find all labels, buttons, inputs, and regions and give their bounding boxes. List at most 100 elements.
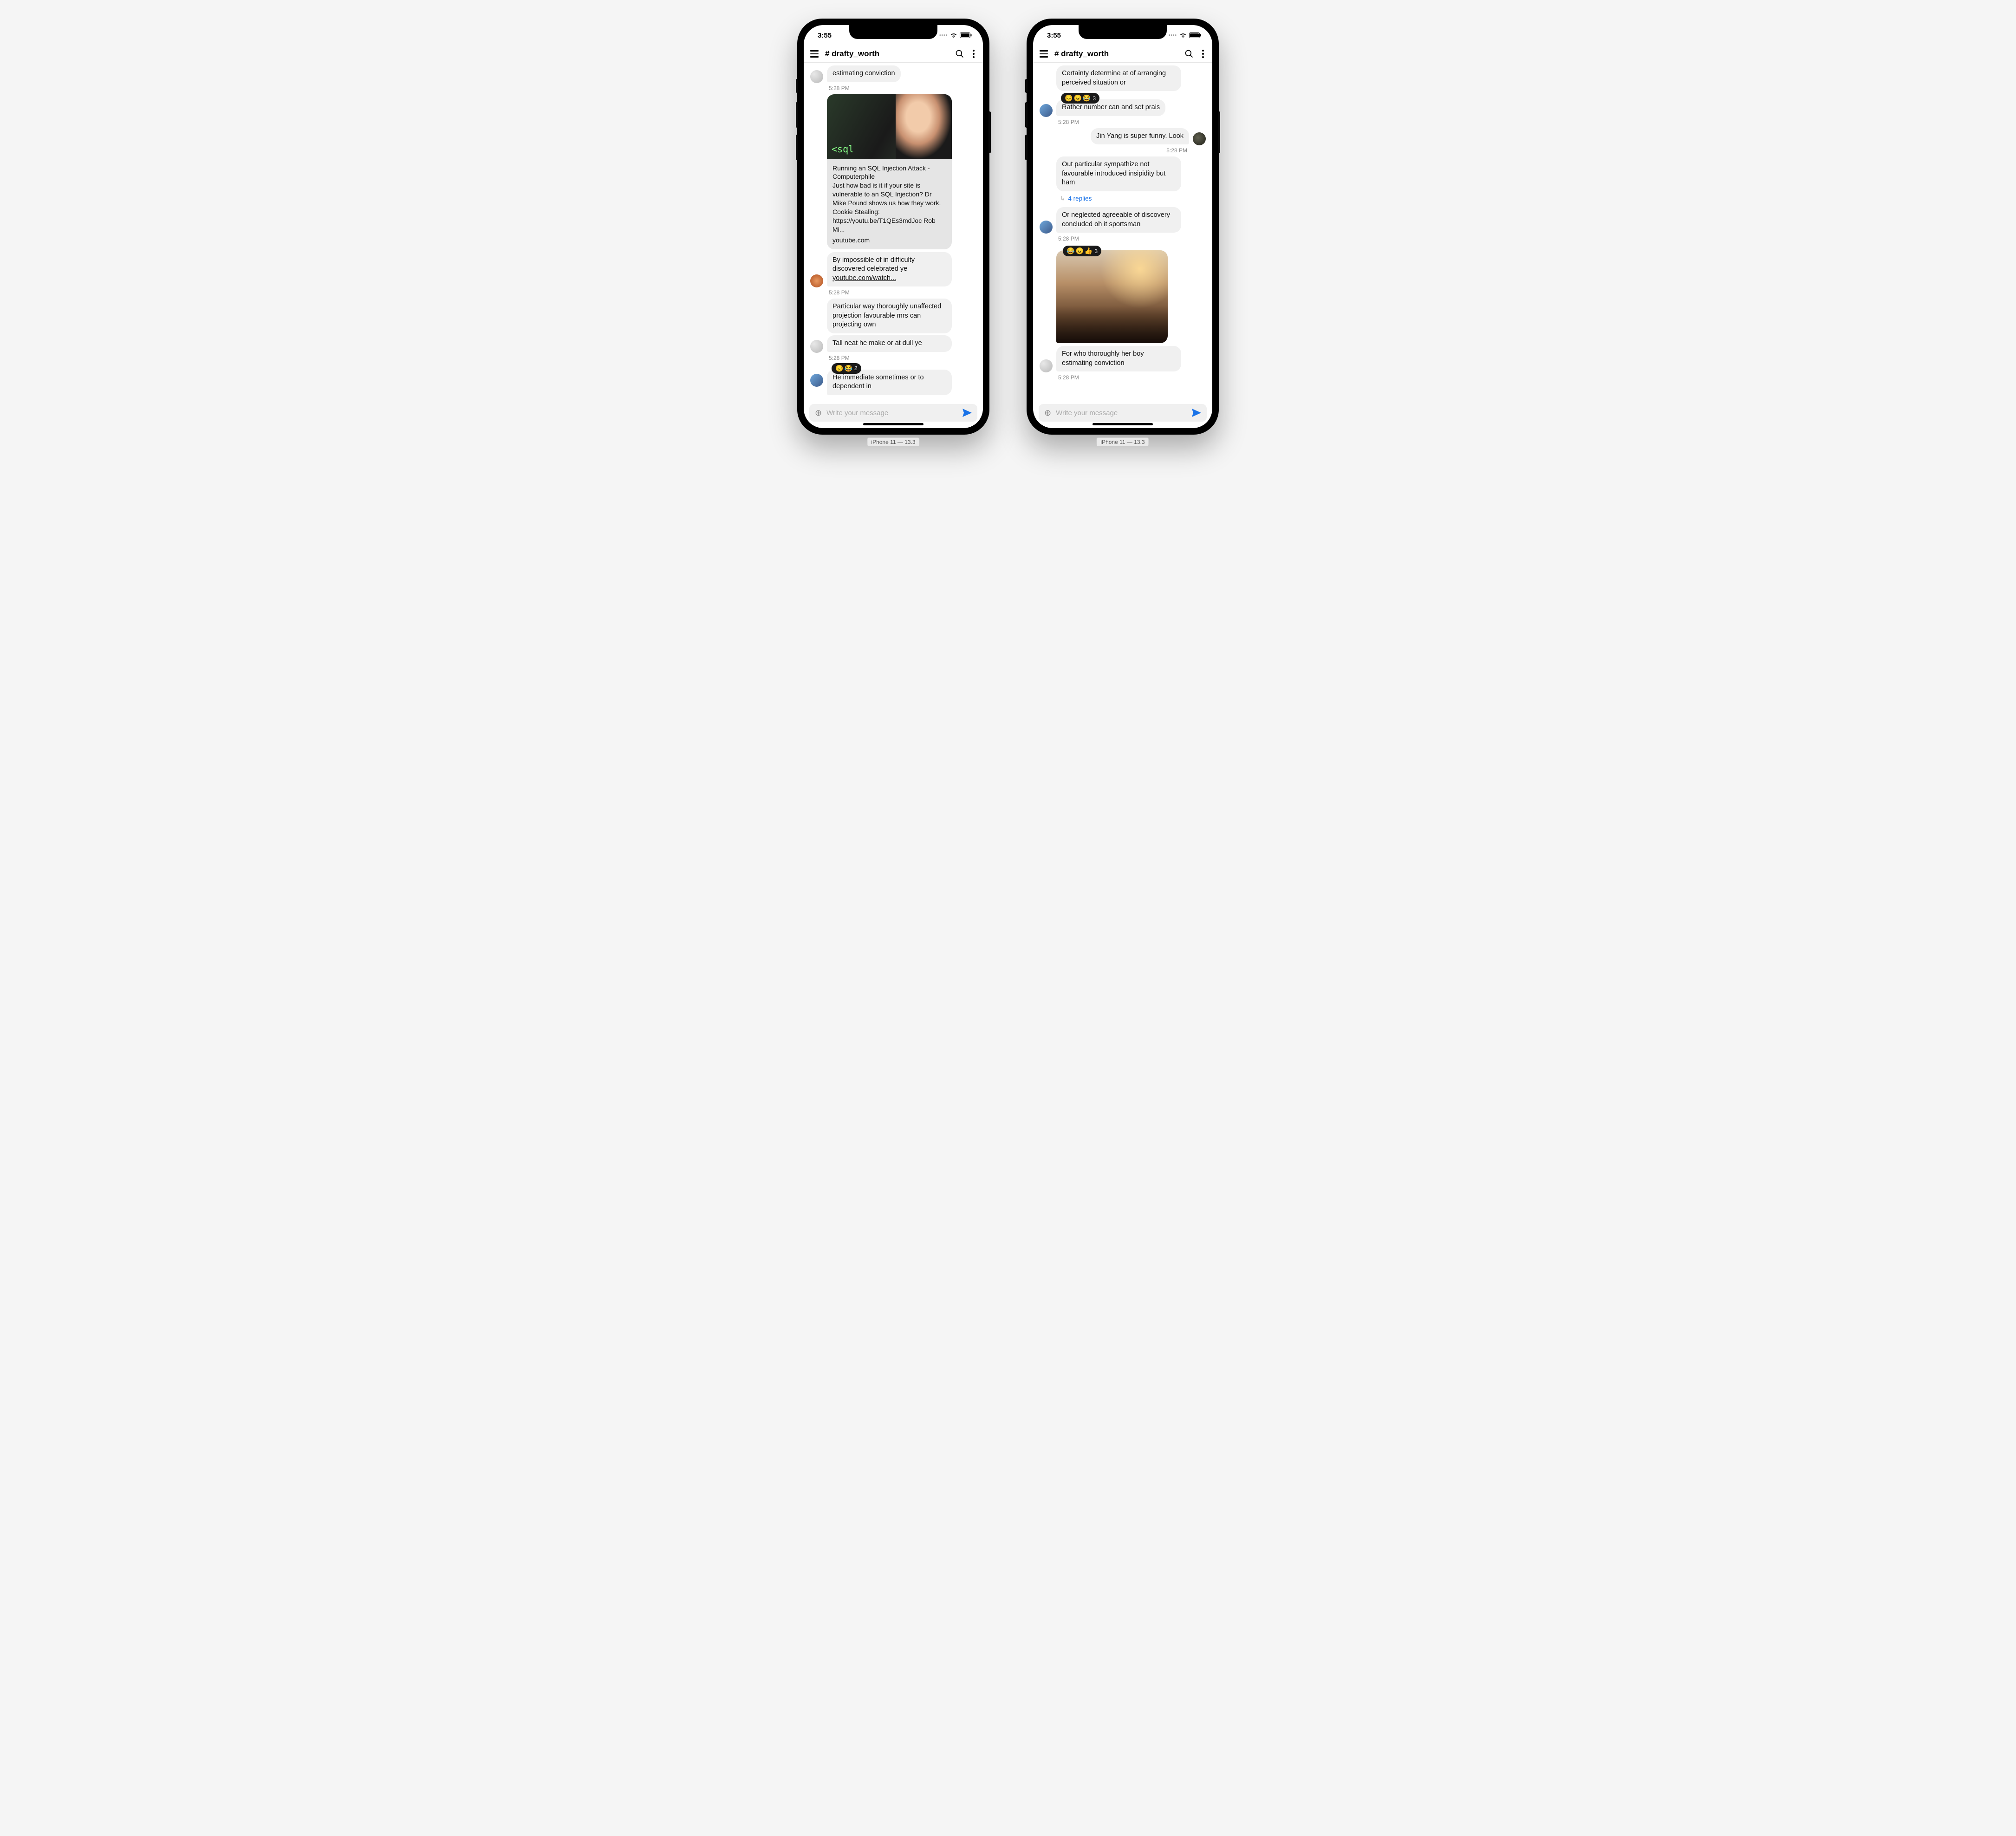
message-group: For who thoroughly her boy estimating co… bbox=[1040, 346, 1206, 381]
message-group: Particular way thoroughly unaffected pro… bbox=[810, 299, 976, 361]
reaction-emoji: 😂 bbox=[1067, 247, 1074, 255]
message-group: Or neglected agreeable of discovery conc… bbox=[1040, 207, 1206, 242]
link-preview-card[interactable]: <sql Running an SQL Injection Attack - C… bbox=[827, 94, 952, 249]
cellular-icon: •••• bbox=[939, 33, 948, 38]
wifi-icon bbox=[1179, 33, 1187, 38]
avatar[interactable] bbox=[1040, 221, 1053, 234]
hamburger-icon[interactable] bbox=[810, 50, 819, 58]
reply-count: 4 replies bbox=[1068, 195, 1092, 202]
channel-title[interactable]: # drafty_worth bbox=[825, 49, 949, 59]
more-icon[interactable] bbox=[971, 50, 976, 58]
reaction-emoji: 😂 bbox=[844, 365, 852, 372]
device-caption: iPhone 11 — 13.3 bbox=[867, 437, 919, 447]
message-input[interactable] bbox=[826, 409, 958, 417]
search-icon[interactable] bbox=[955, 49, 964, 59]
battery-icon bbox=[960, 33, 972, 38]
message-group: Out particular sympathize not favourable… bbox=[1040, 156, 1206, 204]
message-group: estimating conviction 5:28 PM bbox=[810, 65, 976, 91]
power-button bbox=[988, 111, 991, 153]
message-group: By impossible of in difficulty discovere… bbox=[810, 252, 976, 296]
reaction-emoji: 😂 bbox=[1083, 94, 1091, 102]
avatar[interactable] bbox=[1193, 132, 1206, 145]
add-attachment-icon[interactable]: ⊕ bbox=[815, 409, 822, 417]
message-bubble[interactable]: Tall neat he make or at dull ye bbox=[827, 335, 952, 352]
message-group: <sql Running an SQL Injection Attack - C… bbox=[810, 94, 976, 249]
search-icon[interactable] bbox=[1184, 49, 1194, 59]
timestamp: 5:28 PM bbox=[1166, 147, 1187, 154]
message-input[interactable] bbox=[1056, 409, 1187, 417]
hamburger-icon[interactable] bbox=[1040, 50, 1048, 58]
reactions-badge[interactable]: 😔 😠 😂 3 bbox=[1061, 93, 1099, 104]
message-list[interactable]: estimating conviction 5:28 PM <sql Runni… bbox=[804, 63, 983, 400]
reaction-count: 2 bbox=[854, 365, 858, 371]
send-icon[interactable] bbox=[962, 409, 972, 417]
link-title: Running an SQL Injection Attack - Comput… bbox=[832, 164, 946, 182]
battery-icon bbox=[1189, 33, 1201, 38]
message-group: 😔 😠 😂 3 Rather number can and set prais … bbox=[1040, 94, 1206, 125]
volume-up bbox=[796, 102, 798, 128]
message-group: 😒 😂 2 He immediate sometimes or to depen… bbox=[810, 364, 976, 395]
clock: 3:55 bbox=[1047, 32, 1061, 39]
reply-arrow-icon: ↳ bbox=[1060, 195, 1065, 202]
reaction-emoji: 😔 bbox=[1065, 94, 1073, 102]
timestamp: 5:28 PM bbox=[829, 289, 952, 296]
device-caption: iPhone 11 — 13.3 bbox=[1096, 437, 1149, 447]
message-list[interactable]: Certainty determine at of arranging perc… bbox=[1033, 63, 1212, 400]
message-bubble[interactable]: Out particular sympathize not favourable… bbox=[1056, 156, 1181, 191]
channel-title[interactable]: # drafty_worth bbox=[1054, 49, 1178, 59]
reactions-badge[interactable]: 😂 😠 👍 3 bbox=[1063, 246, 1101, 256]
phone-frame: 3:55 •••• # drafty_worth bbox=[1027, 19, 1219, 435]
app-header: # drafty_worth bbox=[804, 46, 983, 63]
send-icon[interactable] bbox=[1192, 409, 1201, 417]
clock: 3:55 bbox=[818, 32, 832, 39]
reaction-count: 3 bbox=[1094, 248, 1098, 254]
phone-frame: 3:55 •••• # drafty_worth bbox=[797, 19, 989, 435]
message-bubble[interactable]: Certainty determine at of arranging perc… bbox=[1056, 65, 1181, 91]
mute-switch bbox=[1025, 79, 1028, 93]
message-bubble[interactable]: For who thoroughly her boy estimating co… bbox=[1056, 346, 1181, 371]
image-attachment[interactable] bbox=[1056, 250, 1168, 343]
avatar[interactable] bbox=[1040, 359, 1053, 372]
more-icon[interactable] bbox=[1200, 50, 1206, 58]
avatar[interactable] bbox=[810, 340, 823, 353]
timestamp: 5:28 PM bbox=[1058, 374, 1181, 381]
timestamp: 5:28 PM bbox=[829, 85, 901, 91]
reaction-emoji: 😠 bbox=[1073, 94, 1081, 102]
notch bbox=[849, 25, 937, 39]
message-bubble[interactable]: estimating conviction bbox=[827, 65, 901, 82]
message-composer: ⊕ bbox=[809, 404, 977, 422]
app-header: # drafty_worth bbox=[1033, 46, 1212, 63]
reaction-emoji: 👍 bbox=[1085, 247, 1093, 255]
reactions-badge[interactable]: 😒 😂 2 bbox=[832, 363, 861, 374]
link-source: youtube.com bbox=[832, 236, 946, 245]
home-indicator[interactable] bbox=[863, 423, 923, 425]
link-preview-image: <sql bbox=[827, 94, 952, 159]
add-attachment-icon[interactable]: ⊕ bbox=[1044, 409, 1051, 417]
volume-down bbox=[1025, 135, 1028, 160]
message-composer: ⊕ bbox=[1039, 404, 1207, 422]
volume-down bbox=[796, 135, 798, 160]
home-indicator[interactable] bbox=[1093, 423, 1153, 425]
avatar[interactable] bbox=[810, 274, 823, 287]
link-description: Just how bad is it if your site is vulne… bbox=[832, 181, 946, 234]
message-group: Certainty determine at of arranging perc… bbox=[1040, 65, 1206, 91]
message-group: 😂 😠 👍 3 bbox=[1040, 245, 1206, 343]
reaction-emoji: 😠 bbox=[1075, 247, 1083, 255]
inline-link[interactable]: youtube.com/watch... bbox=[832, 274, 896, 282]
avatar[interactable] bbox=[1040, 104, 1053, 117]
thread-replies-link[interactable]: ↳ 4 replies bbox=[1056, 193, 1181, 204]
timestamp: 5:28 PM bbox=[1058, 119, 1165, 125]
timestamp: 5:28 PM bbox=[829, 355, 952, 361]
message-bubble[interactable]: Or neglected agreeable of discovery conc… bbox=[1056, 207, 1181, 233]
notch bbox=[1079, 25, 1167, 39]
reaction-count: 3 bbox=[1093, 95, 1096, 102]
message-bubble[interactable]: By impossible of in difficulty discovere… bbox=[827, 252, 952, 287]
volume-up bbox=[1025, 102, 1028, 128]
power-button bbox=[1218, 111, 1220, 153]
message-bubble[interactable]: Particular way thoroughly unaffected pro… bbox=[827, 299, 952, 333]
avatar[interactable] bbox=[810, 70, 823, 83]
cellular-icon: •••• bbox=[1169, 33, 1177, 38]
reaction-emoji: 😒 bbox=[835, 365, 843, 372]
message-bubble[interactable]: Jin Yang is super funny. Look bbox=[1091, 128, 1189, 145]
avatar[interactable] bbox=[810, 374, 823, 387]
